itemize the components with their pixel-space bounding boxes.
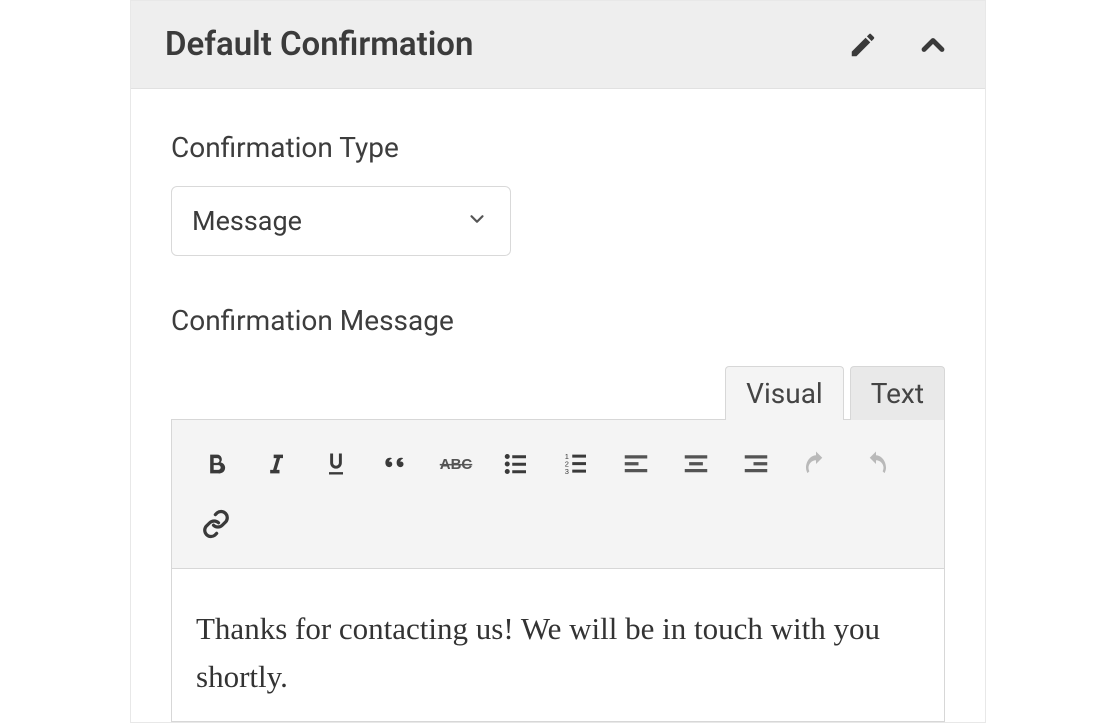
align-center-icon bbox=[681, 449, 711, 479]
bold-button[interactable] bbox=[190, 438, 242, 490]
tab-text[interactable]: Text bbox=[850, 366, 945, 420]
align-left-icon bbox=[621, 449, 651, 479]
edit-button[interactable] bbox=[845, 27, 881, 63]
link-icon bbox=[201, 509, 231, 539]
confirmation-panel: Default Confirmation Confirmation Type M… bbox=[130, 0, 986, 723]
editor-content[interactable]: Thanks for contacting us! We will be in … bbox=[171, 569, 945, 722]
strikethrough-button[interactable]: ABC bbox=[430, 438, 482, 490]
link-button[interactable] bbox=[190, 498, 242, 550]
align-left-button[interactable] bbox=[610, 438, 662, 490]
undo-icon bbox=[801, 449, 831, 479]
blockquote-button[interactable] bbox=[370, 438, 422, 490]
align-right-button[interactable] bbox=[730, 438, 782, 490]
align-center-button[interactable] bbox=[670, 438, 722, 490]
chevron-up-icon bbox=[915, 25, 951, 65]
confirmation-message-label: Confirmation Message bbox=[171, 304, 945, 337]
italic-icon bbox=[262, 450, 290, 478]
confirmation-type-label: Confirmation Type bbox=[171, 131, 945, 164]
bullet-list-button[interactable] bbox=[490, 438, 542, 490]
undo-button[interactable] bbox=[790, 438, 842, 490]
editor-tabs: Visual Text bbox=[171, 365, 945, 419]
redo-button[interactable] bbox=[850, 438, 902, 490]
tab-visual[interactable]: Visual bbox=[725, 366, 844, 420]
editor-text: Thanks for contacting us! We will be in … bbox=[196, 605, 920, 701]
pencil-icon bbox=[848, 30, 878, 60]
svg-text:ABC: ABC bbox=[440, 456, 473, 473]
numbered-list-icon: 123 bbox=[561, 449, 591, 479]
bullet-list-icon bbox=[501, 449, 531, 479]
align-right-icon bbox=[741, 449, 771, 479]
collapse-button[interactable] bbox=[915, 27, 951, 63]
select-value: Message bbox=[192, 205, 302, 237]
redo-icon bbox=[861, 449, 891, 479]
italic-button[interactable] bbox=[250, 438, 302, 490]
quote-icon bbox=[381, 449, 411, 479]
underline-button[interactable] bbox=[310, 438, 362, 490]
svg-text:3: 3 bbox=[565, 467, 569, 476]
panel-header: Default Confirmation bbox=[131, 1, 985, 89]
confirmation-type-select[interactable]: Message bbox=[171, 186, 511, 256]
strikethrough-icon: ABC bbox=[438, 450, 474, 478]
panel-body: Confirmation Type Message Confirmation M… bbox=[131, 89, 985, 722]
editor: Visual Text ABC bbox=[171, 365, 945, 722]
panel-header-actions bbox=[845, 27, 951, 63]
numbered-list-button[interactable]: 123 bbox=[550, 438, 602, 490]
editor-toolbar: ABC 123 bbox=[171, 419, 945, 569]
underline-icon bbox=[322, 450, 350, 478]
bold-icon bbox=[202, 450, 230, 478]
chevron-down-icon bbox=[466, 208, 488, 234]
panel-title: Default Confirmation bbox=[165, 25, 473, 64]
